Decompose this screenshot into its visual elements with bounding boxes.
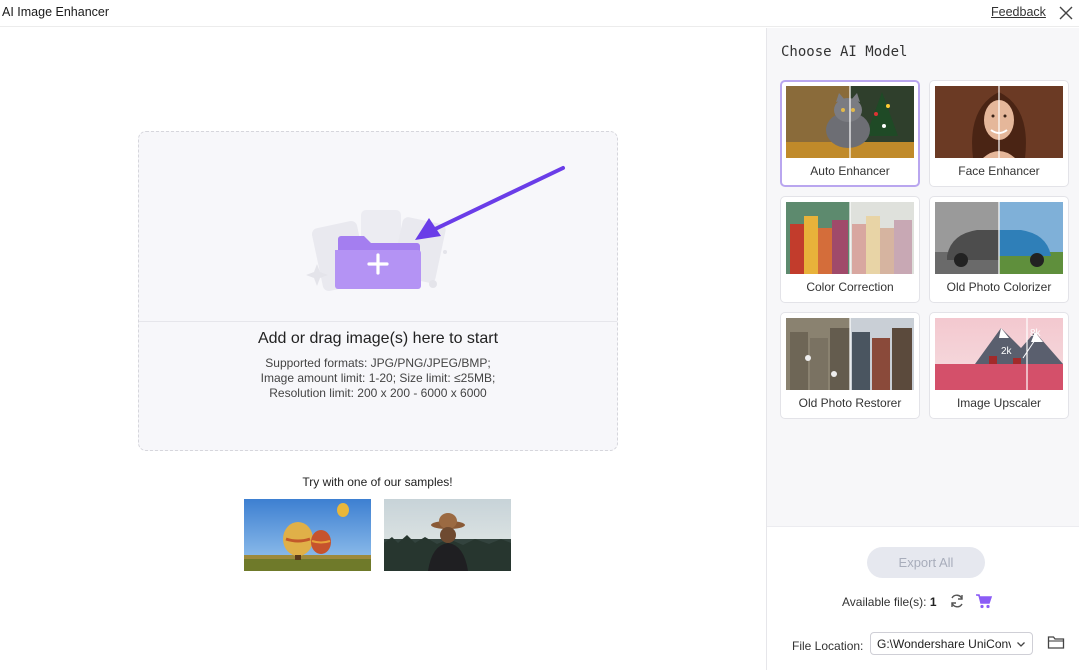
app-title: AI Image Enhancer [2,5,110,19]
title-bar: AI Image Enhancer Feedback [0,0,1079,27]
model-label: Auto Enhancer [810,164,890,178]
panel-title: Choose AI Model [781,44,908,60]
folder-icon[interactable] [1047,633,1065,651]
available-files-label: Available file(s): [842,595,927,609]
available-files-count: 1 [929,595,937,609]
available-files: Available file(s): 1 [842,595,937,609]
color-correction-thumbnail [786,202,914,274]
close-icon[interactable] [1056,3,1076,23]
model-card-old-photo-restorer[interactable]: Old Photo Restorer [780,312,920,419]
resolution-limit-text: Resolution limit: 200 x 200 - 6000 x 600… [269,386,487,400]
feedback-link[interactable]: Feedback [991,5,1046,19]
samples-title: Try with one of our samples! [302,475,453,489]
upscale-badge-8k: 8k [1030,328,1042,339]
dropzone-divider [139,321,617,322]
model-label: Image Upscaler [956,396,1042,410]
model-card-image-upscaler[interactable]: 2k 8k Image Upscaler [929,312,1069,419]
woman-with-hat-sample[interactable] [384,499,511,571]
face-enhancer-thumbnail [935,86,1063,158]
auto-enhancer-thumbnail [786,86,914,158]
export-area: Export All Available file(s): 1 File Loc… [767,526,1079,670]
chevron-down-icon [1017,642,1025,647]
model-label: Old Photo Colorizer [946,280,1052,294]
model-card-old-photo-colorizer[interactable]: Old Photo Colorizer [929,196,1069,303]
model-card-auto-enhancer[interactable]: Auto Enhancer [780,80,920,187]
image-upscaler-thumbnail: 2k 8k [935,318,1063,390]
model-panel: Choose AI Model Auto Enhancer Face Enhan… [766,28,1079,670]
model-label: Face Enhancer [958,164,1040,178]
model-label: Old Photo Restorer [798,396,902,410]
file-location-label: File Location: [792,639,864,653]
upload-dropzone[interactable]: Add or drag image(s) here to start Suppo… [138,131,618,451]
file-location-value: G:\Wondershare UniConverter [877,637,1011,651]
model-card-color-correction[interactable]: Color Correction [780,196,920,303]
refresh-icon[interactable] [948,592,966,610]
supported-formats-text: Supported formats: JPG/PNG/JPEG/BMP; [265,356,491,370]
amount-limit-text: Image amount limit: 1-20; Size limit: ≤2… [260,371,496,385]
export-all-button[interactable]: Export All [867,547,985,578]
upscale-badge-2k: 2k [1001,346,1013,357]
old-photo-colorizer-thumbnail [935,202,1063,274]
model-label: Color Correction [806,280,894,294]
add-folder-icon [306,166,565,291]
dropzone-headline: Add or drag image(s) here to start [257,330,499,347]
old-photo-restorer-thumbnail [786,318,914,390]
workspace: Add or drag image(s) here to start Suppo… [0,28,766,670]
file-location-select[interactable]: G:\Wondershare UniConverter [870,632,1033,655]
cart-icon[interactable] [975,592,993,610]
hot-air-balloons-sample[interactable] [244,499,371,571]
model-card-face-enhancer[interactable]: Face Enhancer [929,80,1069,187]
